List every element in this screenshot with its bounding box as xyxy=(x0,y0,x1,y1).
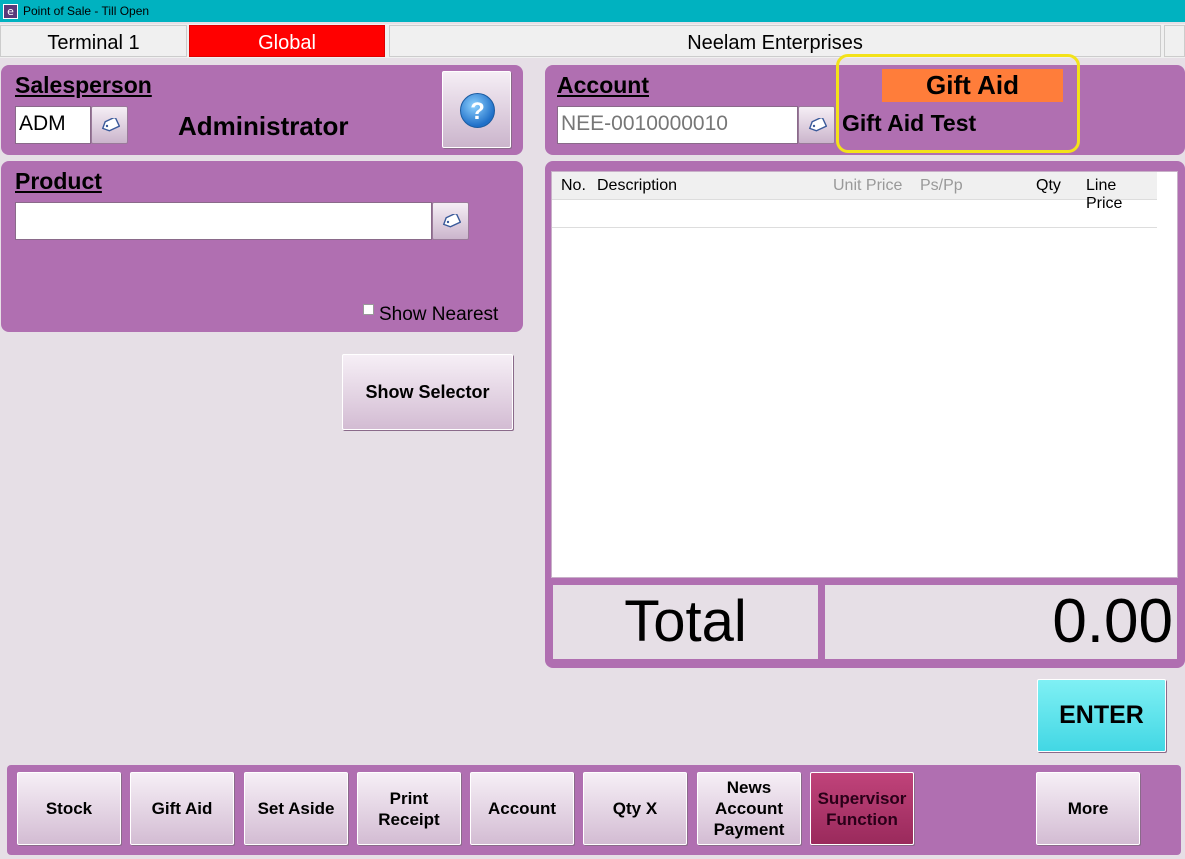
total-label: Total xyxy=(553,585,818,659)
stock-button[interactable]: Stock xyxy=(17,772,121,845)
account-name: Gift Aid Test xyxy=(842,110,977,136)
column-header-no: No. xyxy=(561,177,586,194)
news-account-payment-button[interactable]: News Account Payment xyxy=(697,772,801,845)
account-lookup-button[interactable] xyxy=(798,106,835,144)
sale-items-list[interactable]: No. Description Unit Price Ps/Pp Qty Lin… xyxy=(551,171,1178,578)
show-selector-button[interactable]: Show Selector xyxy=(342,354,513,430)
salesperson-code-field[interactable]: ADM xyxy=(15,106,91,144)
help-button[interactable]: ? xyxy=(442,71,511,148)
list-header: No. Description Unit Price Ps/Pp Qty Lin… xyxy=(552,172,1157,212)
table-row[interactable] xyxy=(552,201,1157,228)
enter-button[interactable]: ENTER xyxy=(1037,679,1166,752)
title-bar: e Point of Sale - Till Open xyxy=(0,0,1185,22)
gift-aid-badge: Gift Aid xyxy=(882,69,1063,102)
tag-icon xyxy=(442,214,461,228)
show-nearest-label: Show Nearest xyxy=(379,304,499,325)
set-aside-button[interactable]: Set Aside xyxy=(244,772,348,845)
column-header-qty: Qty xyxy=(1036,177,1061,194)
column-header-unit-price: Unit Price xyxy=(833,177,903,194)
app-icon: e xyxy=(3,4,18,19)
account-button[interactable]: Account xyxy=(470,772,574,845)
salesperson-label: Salesperson xyxy=(15,72,152,98)
column-header-description: Description xyxy=(597,177,678,194)
product-search-input[interactable] xyxy=(15,202,432,240)
column-header-pspp: Ps/Pp xyxy=(920,177,963,194)
more-button[interactable]: More xyxy=(1036,772,1140,845)
account-code-field[interactable]: NEE-0010000010 xyxy=(557,106,798,144)
help-icon: ? xyxy=(460,93,495,128)
salesperson-lookup-button[interactable] xyxy=(91,106,128,144)
product-lookup-button[interactable] xyxy=(432,202,469,240)
company-name: Neelam Enterprises xyxy=(389,25,1161,57)
gift-aid-button[interactable]: Gift Aid xyxy=(130,772,234,845)
tag-icon xyxy=(101,118,120,132)
qty-x-button[interactable]: Qty X xyxy=(583,772,687,845)
tag-icon xyxy=(808,118,827,132)
supervisor-function-button[interactable]: Supervisor Function xyxy=(810,772,914,845)
terminal-label: Terminal 1 xyxy=(0,25,187,57)
show-nearest-checkbox[interactable] xyxy=(363,304,374,315)
print-receipt-button[interactable]: Print Receipt xyxy=(357,772,461,845)
window-title: Point of Sale - Till Open xyxy=(23,4,150,18)
product-label: Product xyxy=(15,168,102,194)
info-bar: Terminal 1 Global Neelam Enterprises xyxy=(0,24,1185,58)
total-value: 0.00 xyxy=(825,585,1177,659)
account-label: Account xyxy=(557,72,649,98)
price-mode-badge: Global xyxy=(189,25,385,57)
info-bar-spare-cell xyxy=(1164,25,1185,57)
salesperson-name: Administrator xyxy=(178,111,349,141)
